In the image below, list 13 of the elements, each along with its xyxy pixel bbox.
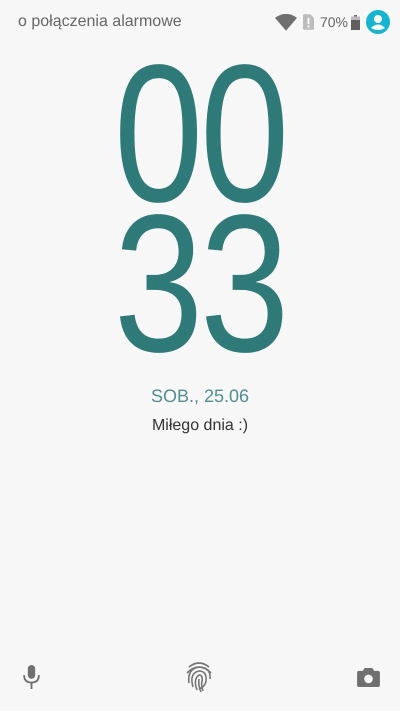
microphone-icon[interactable] [23,665,40,689]
date-text: SOB., 25.06 [150,386,250,407]
battery-icon [351,14,360,30]
user-avatar-icon[interactable] [366,10,390,34]
fingerprint-icon[interactable] [184,661,212,693]
camera-icon[interactable] [357,668,380,686]
battery-percent: 70% [320,14,348,30]
clock-hours: 00 [114,60,286,208]
wifi-icon [274,14,297,30]
clock-minutes: 33 [114,210,286,358]
greeting-message: Miłego dnia :) [152,417,248,435]
carrier-text: o połączenia alarmowe [18,13,182,31]
sim-alert-icon [302,14,314,30]
